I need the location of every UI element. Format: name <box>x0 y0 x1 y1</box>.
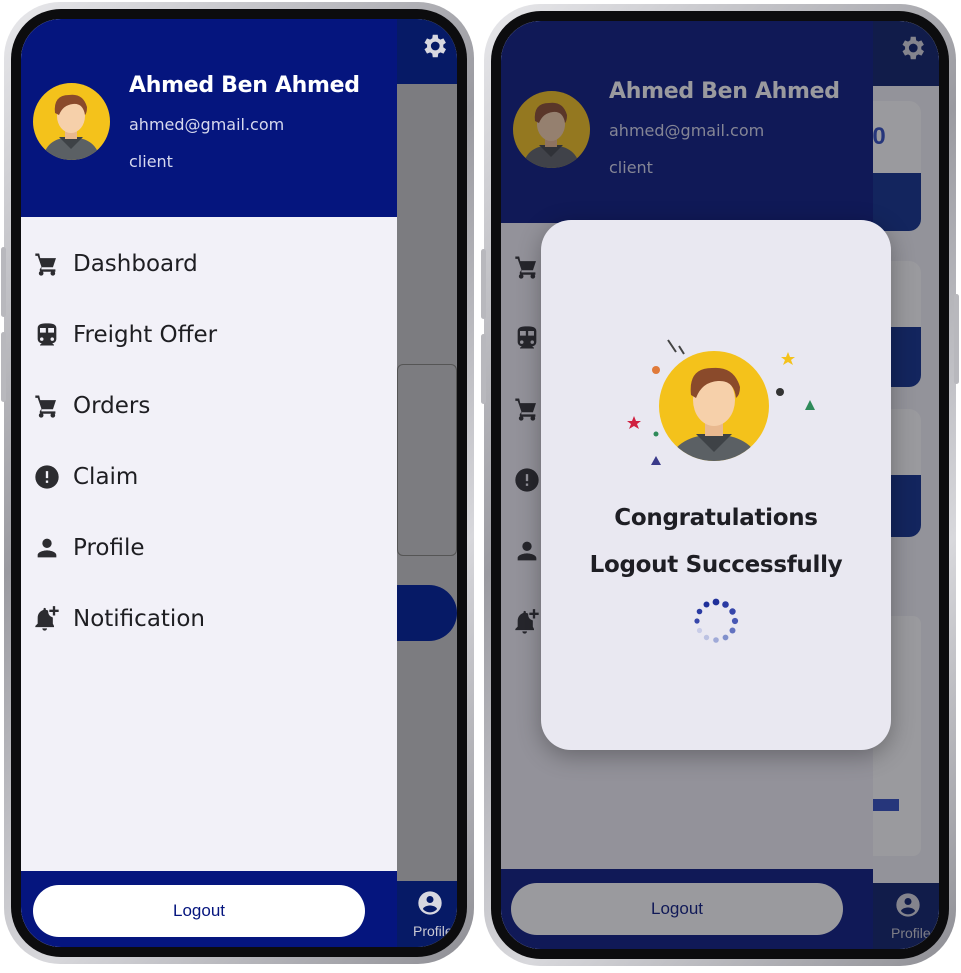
menu-item-dashboard[interactable]: Dashboard <box>33 244 198 284</box>
cart-icon <box>35 395 56 418</box>
train-icon <box>37 323 57 346</box>
menu-label: Orders <box>73 393 151 419</box>
background-card <box>397 364 457 556</box>
menu-item-profile[interactable]: Profile <box>33 528 145 568</box>
menu-item-notification[interactable]: Notification <box>33 599 205 639</box>
drawer-footer: Logout <box>21 871 397 947</box>
celebration-illustration <box>627 339 815 465</box>
menu-label: Notification <box>73 606 205 632</box>
bell-plus-icon <box>35 606 59 631</box>
volume-up-button <box>1 247 6 317</box>
phone-frame-right: 10 ips ers nts <box>481 4 959 966</box>
person-icon <box>37 538 57 558</box>
logout-success-dialog: Congratulations Logout Successfully <box>541 220 891 750</box>
cart-icon <box>35 253 56 276</box>
drawer-header: Ahmed Ben Ahmed ahmed@gmail.com client <box>21 19 397 217</box>
menu-item-claim[interactable]: Claim <box>33 457 138 497</box>
menu-label: Freight Offer <box>73 322 218 348</box>
avatar-illustration <box>43 94 100 160</box>
menu-item-freight-offer[interactable]: Freight Offer <box>33 315 217 355</box>
volume-up-button <box>481 249 486 319</box>
screen-left: Profile Ahmed Ben Ahmed ahmed@gmail.com … <box>21 19 457 947</box>
user-role: client <box>129 152 173 171</box>
dialog-title: Congratulations <box>614 505 818 531</box>
menu-label: Dashboard <box>73 251 198 277</box>
nav-profile-label[interactable]: Profile <box>413 923 453 939</box>
account-circle-icon[interactable] <box>416 889 444 917</box>
menu-label: Profile <box>73 535 145 561</box>
menu-label: Claim <box>73 464 139 490</box>
power-button <box>954 294 959 384</box>
gear-icon[interactable] <box>419 31 449 61</box>
navigation-drawer: Ahmed Ben Ahmed ahmed@gmail.com client D… <box>21 19 397 947</box>
logout-button[interactable]: Logout <box>33 885 365 937</box>
dialog-message: Logout Successfully <box>589 552 843 578</box>
loading-spinner-icon <box>694 598 739 643</box>
screen-right: 10 ips ers nts <box>501 21 939 949</box>
volume-down-button <box>481 334 486 404</box>
phone-frame-left: Profile Ahmed Ben Ahmed ahmed@gmail.com … <box>1 2 474 964</box>
volume-down-button <box>1 332 6 402</box>
user-avatar <box>33 83 110 160</box>
menu-item-orders[interactable]: Orders <box>33 386 150 426</box>
alert-circle-icon <box>35 465 59 489</box>
user-email: ahmed@gmail.com <box>129 115 285 134</box>
user-name: Ahmed Ben Ahmed <box>129 73 360 98</box>
